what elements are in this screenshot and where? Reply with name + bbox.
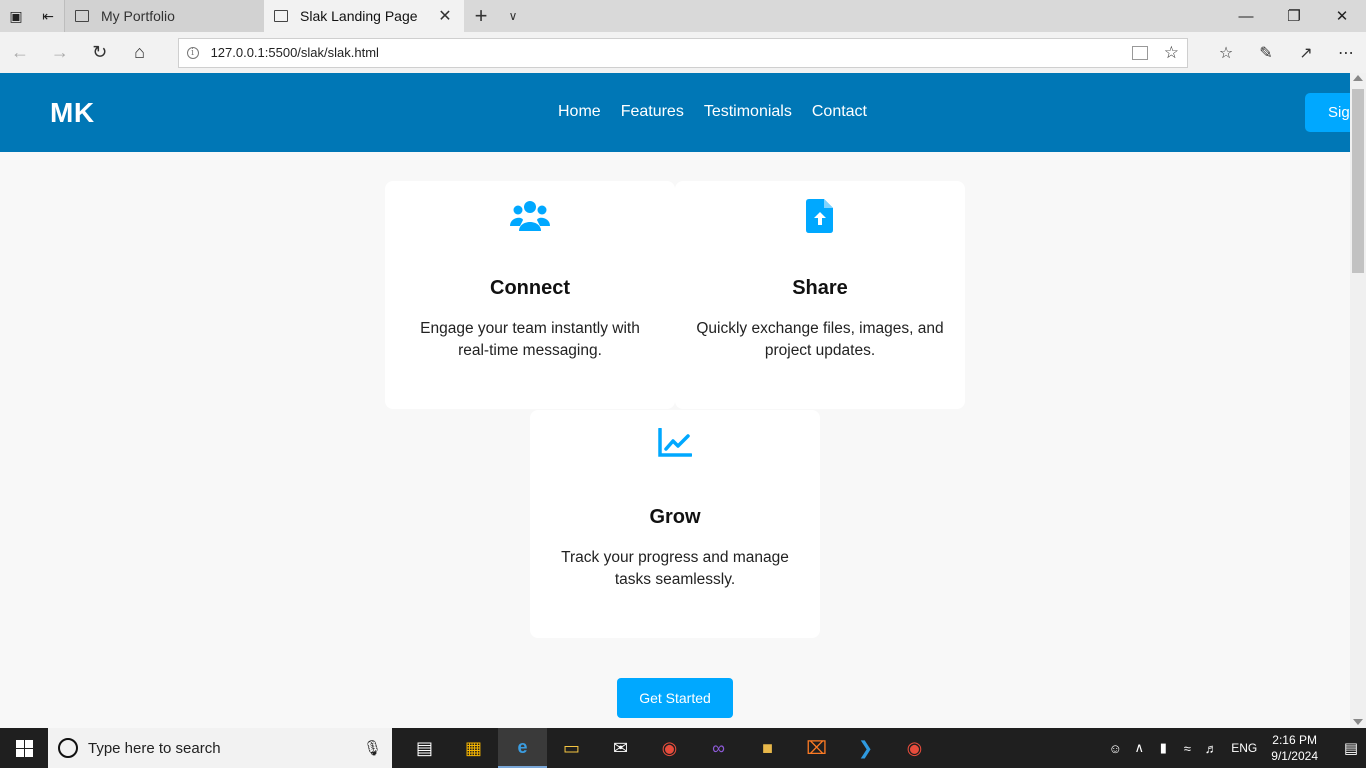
window-controls: — ❐ ✕ [1222,0,1366,32]
clock-time: 2:16 PM [1272,733,1317,747]
windows-start-icon[interactable] [0,728,48,768]
more-icon[interactable]: ⋯ [1326,43,1366,63]
file-upload-icon [675,199,965,239]
page-icon [274,10,288,22]
reading-view-icon[interactable] [1131,45,1148,60]
home-icon[interactable]: ⌂ [120,33,160,73]
mail-icon[interactable]: ✉ [596,728,645,768]
chrome-profile-icon[interactable]: ◉ [890,728,939,768]
tab-label: Slak Landing Page [300,8,418,24]
taskbar-search[interactable]: Type here to search 🎙 [48,728,392,768]
set-aside-tabs-icon[interactable]: ⇤ [32,0,64,32]
feature-title: Grow [649,506,701,528]
site-header: MK Home Features Testimonials Contact Si… [0,73,1366,152]
vscode-icon[interactable]: ❯ [841,728,890,768]
file-explorer-icon[interactable]: ▭ [547,728,596,768]
task-view-icon[interactable]: ▤ [400,728,449,768]
windows-taskbar: Type here to search 🎙 ▤ ▦ e ▭ ✉ ◉ ∞ ■ ⌧ … [0,728,1366,768]
tab-slak-landing-page[interactable]: Slak Landing Page ✕ [264,0,464,32]
back-icon[interactable]: ← [0,33,40,73]
scroll-thumb[interactable] [1352,89,1364,273]
visual-studio-icon[interactable]: ∞ [694,728,743,768]
system-tray: ☺ ∧ ▮ ≈ ♬ ENG 2:16 PM 9/1/2024 ▤ [1103,732,1366,764]
refresh-icon[interactable]: ↻ [80,33,120,73]
wifi-icon[interactable]: ≈ [1175,741,1199,756]
new-tab-icon[interactable]: + [464,0,498,32]
minimize-icon[interactable]: — [1222,0,1270,32]
tab-label: My Portfolio [101,8,175,24]
people-icon[interactable]: ☺ [1103,741,1127,756]
feature-text: Quickly exchange files, images, and proj… [696,320,944,359]
get-started-button[interactable]: Get Started [617,678,733,718]
page-scrollbar[interactable] [1350,73,1366,728]
site-info-icon[interactable]: i [186,46,199,59]
feature-text: Engage your team instantly with real-tim… [420,320,640,359]
line-chart-icon [530,428,820,468]
browser-tab-strip: ▣ ⇤ My Portfolio Slak Landing Page ✕ + ∨… [0,0,1366,32]
pen-icon[interactable]: ✎ [1246,43,1286,63]
chrome-icon[interactable]: ◉ [645,728,694,768]
nav-testimonials[interactable]: Testimonials [704,103,792,121]
volume-icon[interactable]: ♬ [1199,741,1223,756]
chevron-down-icon[interactable]: ∨ [498,0,528,32]
feature-card-share: Share Quickly exchange files, images, an… [675,181,965,409]
favorites-icon[interactable]: ☆ [1206,43,1246,63]
feature-title: Connect [490,277,570,299]
nav-home[interactable]: Home [558,103,601,121]
share-icon[interactable]: ↗ [1286,43,1326,63]
close-window-icon[interactable]: ✕ [1318,0,1366,32]
taskbar-apps: ▤ ▦ e ▭ ✉ ◉ ∞ ■ ⌧ ❯ ◉ [400,728,939,768]
notifications-icon[interactable]: ▤ [1336,739,1366,757]
nav-features[interactable]: Features [621,103,684,121]
paint-icon[interactable]: ■ [743,728,792,768]
feature-text: Track your progress and manage tasks sea… [561,549,789,588]
nav-contact[interactable]: Contact [812,103,867,121]
language-indicator[interactable]: ENG [1231,741,1257,755]
forward-icon[interactable]: → [40,33,80,73]
feature-title: Share [792,277,848,299]
edge-icon[interactable]: e [498,728,547,768]
restore-icon[interactable]: ❐ [1270,0,1318,32]
favorite-star-icon[interactable]: ☆ [1164,43,1179,63]
tab-actions-icon[interactable]: ▣ [0,0,32,32]
browser-tools: ☆ ✎ ↗ ⋯ [1206,43,1366,63]
xampp-icon[interactable]: ⌧ [792,728,841,768]
battery-icon[interactable]: ▮ [1151,740,1175,756]
page-icon [75,10,89,22]
main-nav: Home Features Testimonials Contact [558,103,867,121]
browser-toolbar: ← → ↻ ⌂ i 127.0.0.1:5500/slak/slak.html … [0,32,1366,73]
address-bar[interactable]: i 127.0.0.1:5500/slak/slak.html ☆ [177,37,1188,68]
clock-date: 9/1/2024 [1271,749,1318,763]
users-icon [385,199,675,239]
store-icon[interactable]: ▦ [449,728,498,768]
feature-card-connect: Connect Engage your team instantly with … [385,181,675,409]
microphone-icon[interactable]: 🎙 [363,739,382,757]
scroll-down-icon[interactable] [1353,719,1363,725]
tab-my-portfolio[interactable]: My Portfolio [64,0,264,32]
site-logo[interactable]: MK [50,97,95,129]
url-text[interactable]: 127.0.0.1:5500/slak/slak.html [211,45,1132,60]
scroll-up-icon[interactable] [1353,75,1363,81]
search-placeholder[interactable]: Type here to search [88,740,363,757]
close-tab-icon[interactable]: ✕ [436,6,454,26]
feature-card-grow: Grow Track your progress and manage task… [530,410,820,638]
show-hidden-icon[interactable]: ∧ [1127,740,1151,756]
cortana-icon [58,738,78,758]
clock[interactable]: 2:16 PM 9/1/2024 [1271,732,1318,764]
